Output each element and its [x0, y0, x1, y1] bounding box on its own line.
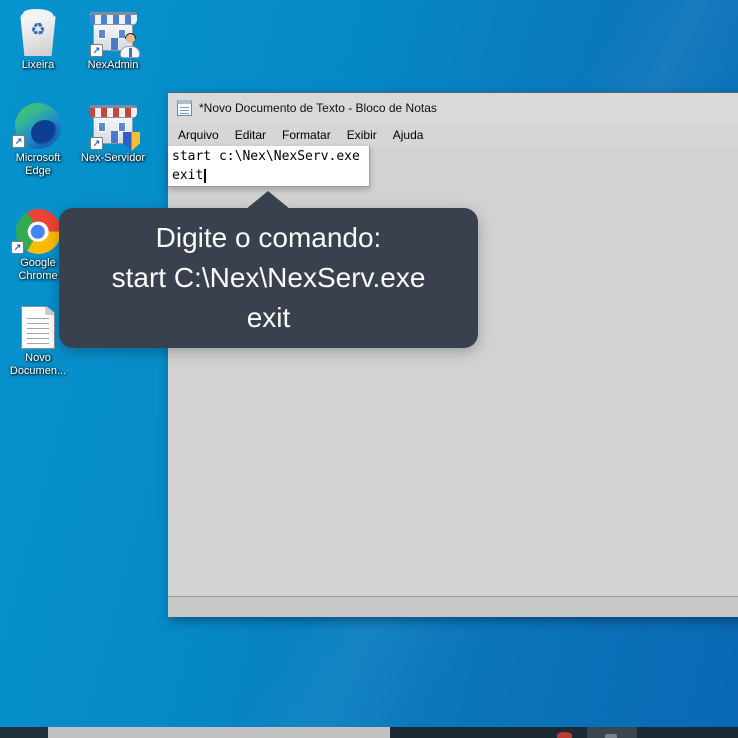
icon-label: Novo Documen... [9, 352, 67, 377]
shield-icon [123, 132, 140, 151]
person-icon [119, 33, 141, 58]
window-statusbar [168, 596, 738, 617]
icon-label: Microsoft Edge [15, 152, 61, 177]
menu-bar: Arquivo Editar Formatar Exibir Ajuda [168, 123, 738, 146]
person-tie [129, 48, 132, 57]
menu-ajuda[interactable]: Ajuda [385, 125, 432, 145]
edge-logo [12, 103, 61, 149]
desktop-icon-lixeira[interactable]: ♻ Lixeira [2, 8, 74, 72]
nex-servidor-icon [77, 101, 149, 151]
desktop-icon-nexadmin[interactable]: NexAdmin [77, 8, 149, 72]
icon-label: Nex-Servidor [80, 152, 146, 164]
taskbar-button-icon [605, 734, 617, 738]
person-head [126, 34, 135, 43]
shortcut-arrow-icon [90, 137, 103, 150]
window-titlebar[interactable]: *Novo Documento de Texto - Bloco de Nota… [168, 93, 738, 123]
text-caret [204, 169, 207, 183]
store-door-icon [110, 37, 119, 50]
menu-arquivo[interactable]: Arquivo [170, 125, 227, 145]
tooltip-line-3: exit [246, 302, 291, 333]
document-graphic [21, 306, 55, 349]
tutorial-tooltip: Digite o comando: start C:\Nex\NexServ.e… [59, 191, 478, 348]
tooltip-line-2: start C:\Nex\NexServ.exe [111, 262, 426, 293]
store-graphic [89, 12, 140, 58]
recycle-bin-graphic: ♻ [18, 9, 58, 56]
menu-exibir[interactable]: Exibir [339, 125, 385, 145]
nexadmin-icon [77, 8, 149, 58]
tooltip-line-1: Digite o comando: [155, 222, 382, 253]
taskbar[interactable] [0, 727, 738, 738]
recycle-bin-icon: ♻ [2, 8, 74, 56]
store-graphic [89, 105, 140, 151]
icon-label: Lixeira [21, 59, 55, 71]
icon-label: NexAdmin [87, 59, 139, 71]
editor-line-1: start c:\Nex\NexServ.exe [172, 149, 360, 164]
taskbar-button[interactable] [587, 727, 637, 738]
taskbar-start-segment[interactable] [0, 727, 48, 738]
taskbar-active-window-button[interactable] [48, 727, 390, 738]
editor-highlight-box[interactable]: start c:\Nex\NexServ.exe exit [168, 146, 370, 187]
store-door-icon [110, 130, 119, 143]
menu-editar[interactable]: Editar [227, 125, 274, 145]
notepad-app-icon [177, 100, 192, 116]
edge-icon [2, 101, 74, 149]
menu-formatar[interactable]: Formatar [274, 125, 339, 145]
tooltip-arrow-icon [246, 191, 290, 209]
editor-line-2: exit [172, 168, 204, 183]
notepad-window: *Novo Documento de Texto - Bloco de Nota… [167, 92, 738, 617]
store-window-icon [98, 122, 106, 132]
shortcut-arrow-icon [12, 135, 25, 148]
store-window-icon [118, 122, 126, 132]
store-window-icon [98, 29, 106, 39]
recycle-symbol-icon: ♻ [30, 20, 46, 39]
shortcut-arrow-icon [11, 241, 24, 254]
taskbar-chrome-icon[interactable] [557, 732, 572, 738]
shortcut-arrow-icon [90, 44, 103, 57]
desktop-icon-edge[interactable]: Microsoft Edge [2, 101, 74, 178]
desktop-icon-nex-servidor[interactable]: Nex-Servidor [77, 101, 149, 165]
window-title: *Novo Documento de Texto - Bloco de Nota… [199, 101, 437, 115]
